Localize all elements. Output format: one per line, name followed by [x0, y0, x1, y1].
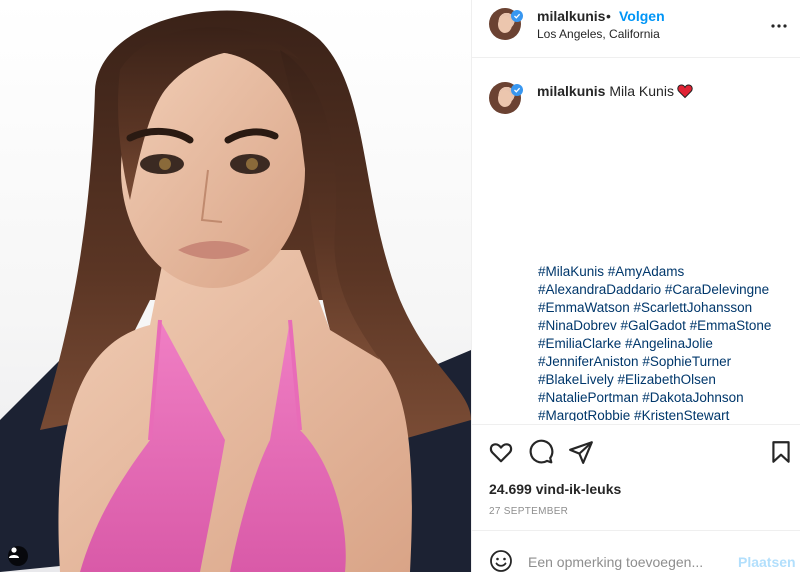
emoji-icon[interactable] — [489, 549, 513, 572]
hashtag-line[interactable]: #AlexandraDaddario #CaraDelevingne — [538, 281, 796, 299]
comment-input[interactable] — [528, 553, 728, 571]
hashtag-line[interactable]: #EmiliaClarke #AngelinaJolie — [538, 335, 796, 353]
action-bar — [472, 424, 800, 476]
post-comment-button[interactable]: Plaatsen — [738, 554, 796, 570]
verified-badge-icon — [511, 10, 523, 22]
heart-icon[interactable] — [488, 439, 514, 465]
hashtag-list: #MilaKunis #AmyAdams #AlexandraDaddario … — [538, 263, 796, 421]
person-icon — [9, 547, 19, 558]
post-image[interactable] — [0, 0, 471, 572]
red-heart-icon — [677, 84, 693, 99]
hashtag-line[interactable]: #MilaKunis #AmyAdams — [538, 263, 796, 281]
header-username[interactable]: milalkunis — [537, 8, 605, 24]
caption-verified-badge-icon — [511, 84, 523, 96]
caption-username[interactable]: milalkunis — [537, 83, 605, 99]
post-panel: milalkunis • Volgen Los Angeles, Califor… — [471, 0, 800, 572]
caption: milalkunis Mila Kunis — [537, 83, 674, 99]
follow-button[interactable]: Volgen — [619, 8, 665, 24]
user-tag-button[interactable] — [8, 546, 28, 566]
hashtag-line[interactable]: #MargotRobbie #KristenStewart — [538, 407, 796, 421]
hashtag-line[interactable]: #EmmaWatson #ScarlettJohansson — [538, 299, 796, 317]
post-header: milalkunis • Volgen Los Angeles, Califor… — [472, 0, 800, 58]
hashtag-line[interactable]: #JenniferAniston #SophieTurner — [538, 353, 796, 371]
caption-text: Mila Kunis — [609, 83, 674, 99]
hashtag-line[interactable]: #NataliePortman #DakotaJohnson — [538, 389, 796, 407]
hashtag-line[interactable]: #NinaDobrev #GalGadot #EmmaStone — [538, 317, 796, 335]
portrait-illustration — [0, 10, 471, 572]
post-date[interactable]: 27 SEPTEMBER — [489, 506, 568, 517]
likes-count[interactable]: 24.699 vind-ik-leuks — [489, 481, 621, 497]
comment-bar: Plaatsen — [472, 530, 800, 572]
more-options-icon[interactable] — [767, 14, 791, 38]
comment-icon[interactable] — [528, 439, 554, 465]
hashtag-line[interactable]: #BlakeLively #ElizabethOlsen — [538, 371, 796, 389]
share-icon[interactable] — [568, 439, 594, 465]
separator-dot: • — [606, 8, 611, 24]
location-link[interactable]: Los Angeles, California — [537, 27, 660, 41]
bookmark-icon[interactable] — [768, 439, 794, 465]
